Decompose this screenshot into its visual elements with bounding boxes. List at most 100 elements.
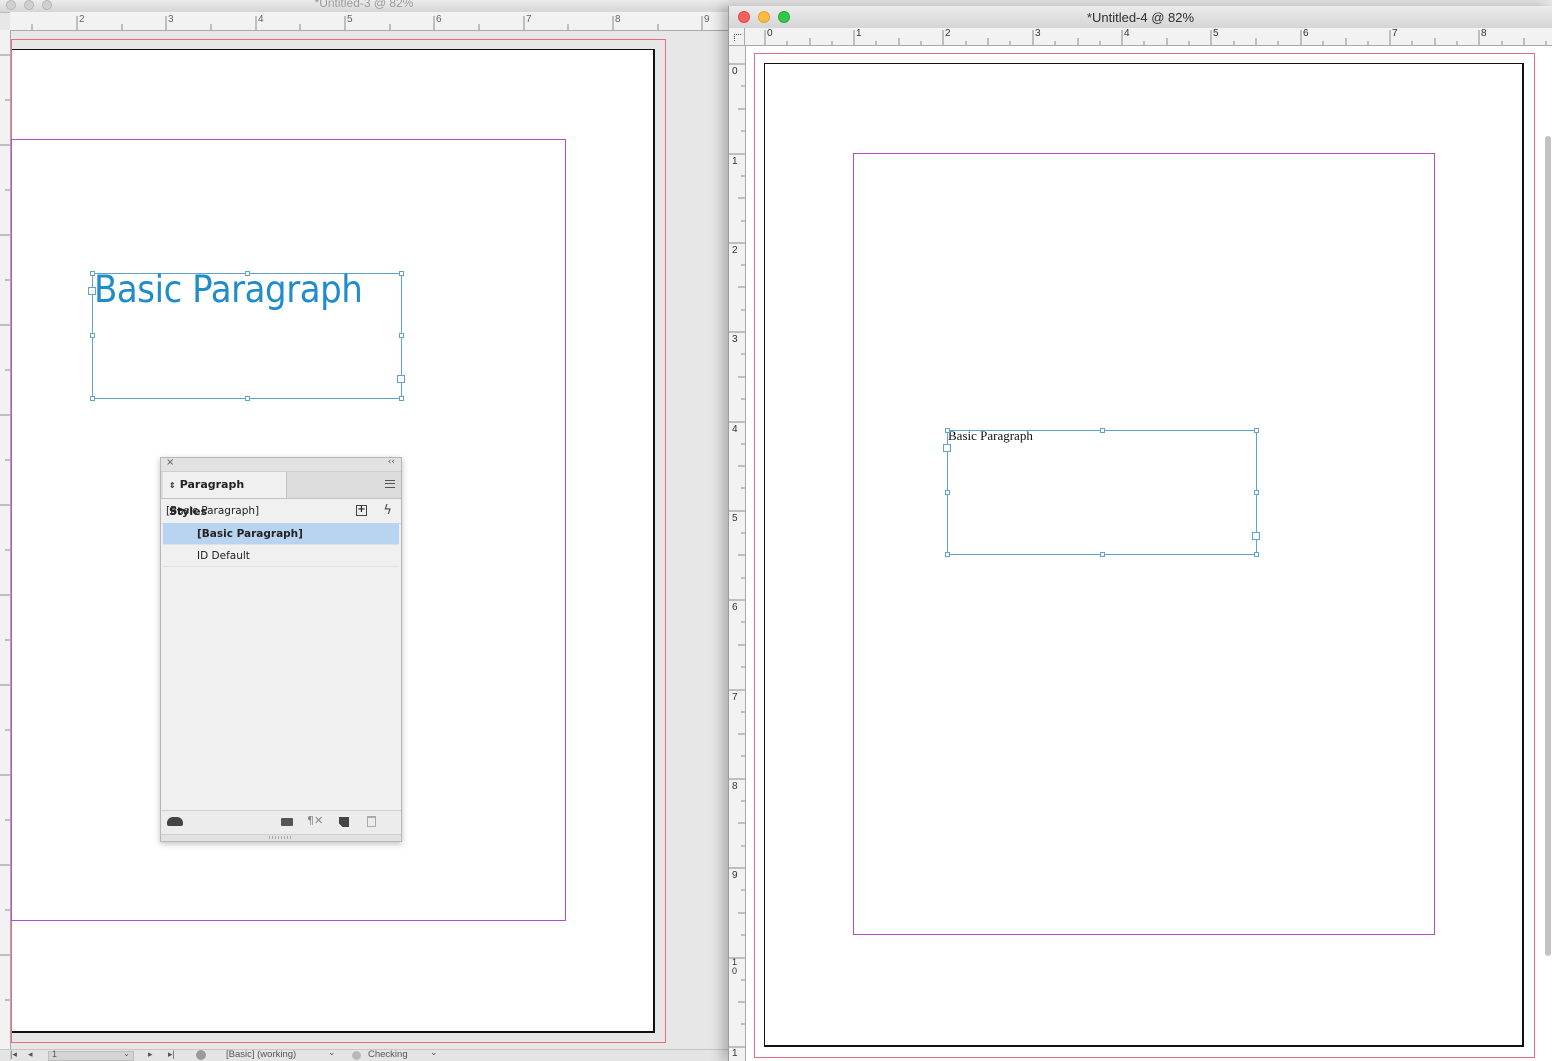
tab-arrows-icon: ⇕ bbox=[169, 481, 176, 490]
frame-handle[interactable] bbox=[1100, 552, 1105, 557]
panel-resize-grip[interactable] bbox=[161, 834, 401, 841]
ruler-label: 5 bbox=[347, 14, 353, 25]
ruler-label: 6 bbox=[436, 14, 442, 25]
ruler-label: 0 bbox=[732, 66, 738, 77]
panel-menu-icon[interactable] bbox=[385, 480, 395, 488]
panel-footer: ¶✕ bbox=[161, 810, 401, 835]
ruler-label: 7 bbox=[1392, 28, 1398, 39]
frame-text[interactable]: Basic Paragraph bbox=[94, 268, 363, 311]
last-page-icon[interactable]: ▸| bbox=[168, 1049, 175, 1060]
frame-handle[interactable] bbox=[945, 490, 950, 495]
ruler-label: 1 bbox=[732, 156, 738, 167]
ruler-label: 0 bbox=[767, 28, 773, 39]
ruler-label: 3 bbox=[168, 14, 174, 25]
in-port-icon[interactable] bbox=[88, 287, 96, 295]
frame-handle[interactable] bbox=[1254, 490, 1259, 495]
ruler-label: 9 bbox=[732, 870, 738, 881]
ruler-label: 1 bbox=[732, 1048, 738, 1059]
preflight-profile[interactable]: [Basic] (working) bbox=[226, 1049, 296, 1060]
ruler-origin[interactable] bbox=[729, 28, 745, 46]
ruler-label: 6 bbox=[732, 602, 738, 613]
ruler-label: 3 bbox=[732, 334, 738, 345]
ruler-label: 8 bbox=[615, 14, 621, 25]
ruler-label: 2 bbox=[732, 245, 738, 256]
frame-handle[interactable] bbox=[245, 271, 250, 276]
next-page-icon[interactable]: ▸ bbox=[148, 1049, 153, 1060]
ruler-ticks bbox=[764, 30, 1547, 45]
style-list-item[interactable]: [Basic Paragraph] bbox=[163, 523, 399, 545]
ruler-label: 1 bbox=[856, 28, 862, 39]
clear-overrides-icon[interactable]: ¶✕ bbox=[307, 814, 323, 827]
out-port-icon[interactable] bbox=[397, 375, 405, 383]
frame-handle[interactable] bbox=[945, 552, 950, 557]
frame-handle[interactable] bbox=[1254, 552, 1259, 557]
tab-paragraph-styles[interactable]: ⇕ Paragraph Styles bbox=[163, 472, 287, 518]
ruler-label: 5 bbox=[1213, 28, 1219, 39]
panel-tab-bar: ⇕ Paragraph Styles bbox=[161, 472, 401, 518]
frame-handle[interactable] bbox=[90, 396, 95, 401]
in-port-icon[interactable] bbox=[943, 444, 951, 452]
vertical-ruler[interactable]: 0 1 2 3 4 5 6 7 8 9 10 1 bbox=[729, 46, 746, 1061]
status-bar: |◂ ◂ 1 ⌄ ▸ ▸| [Basic] (working) ⌄ Checki… bbox=[0, 1047, 728, 1061]
cloud-library-icon[interactable] bbox=[167, 817, 183, 826]
window-title: *Untitled-3 @ 82% bbox=[314, 0, 414, 10]
current-style-row: [Basic Paragraph] + ϟ bbox=[161, 499, 401, 524]
frame-handle[interactable] bbox=[1100, 428, 1105, 433]
ruler-label: 4 bbox=[258, 14, 264, 25]
chevron-down-icon: ⌄ bbox=[123, 1049, 130, 1058]
preflight-status-icon bbox=[352, 1051, 361, 1060]
scrollbar-thumb[interactable] bbox=[1545, 136, 1551, 956]
frame-handle[interactable] bbox=[90, 333, 95, 338]
panel-header[interactable]: × ‹‹ bbox=[161, 457, 401, 472]
style-list-item[interactable]: ID Default bbox=[163, 545, 399, 567]
current-style-label: [Basic Paragraph] bbox=[166, 505, 260, 517]
horizontal-ruler[interactable]: 2 3 4 5 6 7 8 9 bbox=[10, 12, 728, 31]
frame-handle[interactable] bbox=[90, 271, 95, 276]
ruler-label: 6 bbox=[1303, 28, 1309, 39]
page-number: 1 bbox=[52, 1049, 58, 1059]
frame-handle[interactable] bbox=[399, 396, 404, 401]
chevron-down-icon[interactable]: ⌄ bbox=[430, 1047, 438, 1058]
ruler-label: 8 bbox=[732, 781, 738, 792]
previous-page-icon[interactable]: ◂ bbox=[28, 1049, 33, 1060]
frame-handle[interactable] bbox=[399, 333, 404, 338]
frame-handle[interactable] bbox=[1254, 428, 1259, 433]
frame-handle[interactable] bbox=[945, 428, 950, 433]
first-page-icon[interactable]: |◂ bbox=[10, 1049, 17, 1060]
ruler-label: 5 bbox=[732, 513, 738, 524]
close-icon[interactable]: × bbox=[166, 457, 174, 468]
ruler-label: 4 bbox=[732, 424, 738, 435]
frame-text[interactable]: Basic Paragraph bbox=[948, 428, 1033, 444]
vertical-ruler[interactable] bbox=[0, 30, 11, 1049]
page-number-field[interactable]: 1 ⌄ bbox=[48, 1049, 134, 1061]
window-titlebar[interactable]: *Untitled-4 @ 82% bbox=[729, 6, 1552, 29]
paragraph-styles-panel: × ‹‹ ⇕ Paragraph Styles [Basic Paragraph]… bbox=[160, 457, 402, 842]
frame-handle[interactable] bbox=[399, 271, 404, 276]
ruler-label: 7 bbox=[732, 692, 738, 703]
out-port-icon[interactable] bbox=[1252, 532, 1260, 540]
window-title: *Untitled-4 @ 82% bbox=[1086, 10, 1195, 25]
ruler-label: 2 bbox=[945, 28, 951, 39]
quick-apply-icon[interactable]: ϟ bbox=[383, 499, 392, 523]
open-page-icon[interactable] bbox=[196, 1050, 206, 1060]
new-style-icon[interactable] bbox=[339, 817, 349, 827]
horizontal-ruler[interactable]: 0 1 2 3 4 5 6 7 8 bbox=[745, 28, 1552, 46]
ruler-label: 9 bbox=[704, 14, 710, 25]
ruler-ticks bbox=[0, 54, 10, 1001]
text-frame[interactable]: Basic Paragraph bbox=[92, 268, 402, 399]
ruler-label: 3 bbox=[1035, 28, 1041, 39]
vertical-scrollbar[interactable] bbox=[1544, 46, 1552, 1061]
collapse-icon[interactable]: ‹‹ bbox=[388, 457, 395, 467]
frame-handle[interactable] bbox=[245, 396, 250, 401]
new-style-from-selection-icon[interactable]: + bbox=[356, 505, 367, 516]
ruler-label: 7 bbox=[526, 14, 532, 25]
document-window-untitled-3: *Untitled-3 @ 82% 2 3 4 5 6 7 8 9 Basic … bbox=[0, 0, 728, 1061]
ruler-label: 10 bbox=[732, 957, 738, 976]
folder-icon[interactable] bbox=[281, 818, 293, 826]
trash-icon[interactable] bbox=[367, 816, 376, 827]
text-frame[interactable]: Basic Paragraph bbox=[947, 428, 1257, 555]
chevron-down-icon[interactable]: ⌄ bbox=[328, 1047, 336, 1058]
ruler-label: 8 bbox=[1481, 28, 1487, 39]
ruler-ticks bbox=[729, 63, 745, 1048]
ruler-label: 2 bbox=[79, 14, 85, 25]
